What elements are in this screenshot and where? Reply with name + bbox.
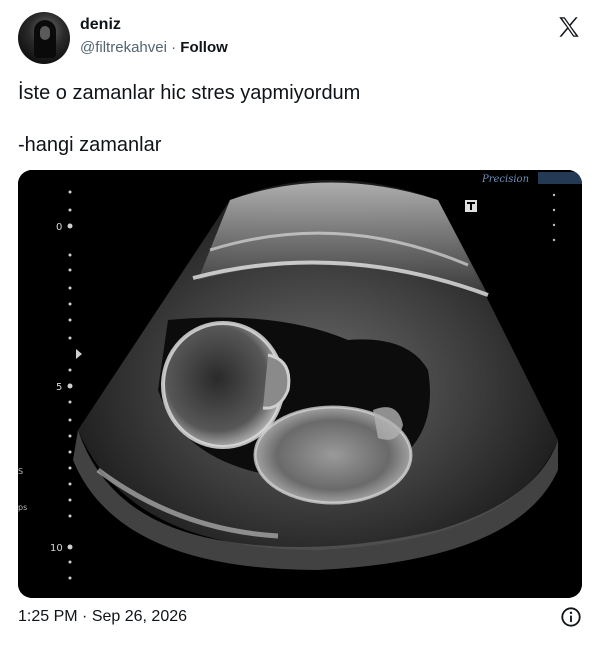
- depth-label-10: 10: [50, 543, 63, 554]
- author-display-name[interactable]: deniz: [80, 16, 121, 34]
- tweet-text-line-1: İste o zamanlar hic stres yapmiyordum: [18, 82, 361, 104]
- info-icon[interactable]: [560, 606, 582, 628]
- side-label-ps: ps: [18, 503, 27, 512]
- handle-separator: ·: [171, 39, 177, 56]
- author-handle-line: @filtrekahvei · Follow: [80, 39, 228, 56]
- depth-label-5: 5: [56, 382, 62, 393]
- x-logo-icon[interactable]: [556, 14, 582, 40]
- side-label-s: S: [18, 467, 23, 476]
- tweet-timestamp[interactable]: 1:25 PM · Sep 26, 2026: [18, 608, 187, 626]
- tweet-header: deniz @filtrekahvei · Follow: [18, 12, 582, 64]
- tweet-text: İste o zamanlar hic stres yapmiyordum -h…: [18, 80, 578, 158]
- depth-label-0: 0: [56, 222, 62, 233]
- ultrasound-scan-image: 0 5 10 S ps Precision: [18, 170, 582, 598]
- tweet-text-line-2: -hangi zamanlar: [18, 134, 162, 156]
- tweet-media-image[interactable]: 0 5 10 S ps Precision: [18, 170, 582, 598]
- tweet-footer: 1:25 PM · Sep 26, 2026: [18, 606, 582, 630]
- tweet-time: 1:25 PM: [18, 608, 78, 625]
- timestamp-separator: ·: [82, 608, 88, 625]
- avatar[interactable]: [18, 12, 70, 64]
- tweet-date: Sep 26, 2026: [91, 608, 188, 625]
- follow-button[interactable]: Follow: [180, 39, 228, 56]
- author-handle[interactable]: @filtrekahvei: [80, 39, 167, 56]
- brand-label: Precision: [481, 174, 529, 185]
